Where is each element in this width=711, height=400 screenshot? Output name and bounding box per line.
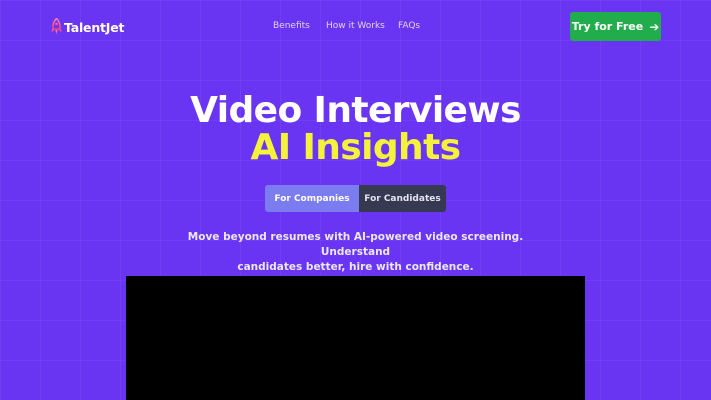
nav-link-benefits[interactable]: Benefits [273,21,310,31]
try-for-free-button[interactable]: Try for Free ➔ [570,12,661,41]
audience-toggle: For Companies For Candidates [265,185,446,212]
hero-title-line2: AI Insights [250,127,461,168]
video-player[interactable] [126,276,585,400]
nav-link-how-it-works[interactable]: How it Works [326,21,385,31]
nav-link-faqs[interactable]: FAQs [398,21,420,31]
tab-for-companies[interactable]: For Companies [265,185,359,212]
hero-title-line1: Video Interviews [190,90,521,131]
hero-subtitle-line2: candidates better, hire with confidence. [237,261,474,273]
arrow-right-icon: ➔ [649,19,660,34]
site-header: TalentJet Benefits How it Works FAQs Try… [0,0,711,54]
tab-for-candidates[interactable]: For Candidates [359,185,446,212]
hero-subtitle: Move beyond resumes with AI-powered vide… [155,230,556,275]
cta-label: Try for Free [571,20,644,33]
hero-subtitle-line1: Move beyond resumes with AI-powered vide… [187,231,524,258]
